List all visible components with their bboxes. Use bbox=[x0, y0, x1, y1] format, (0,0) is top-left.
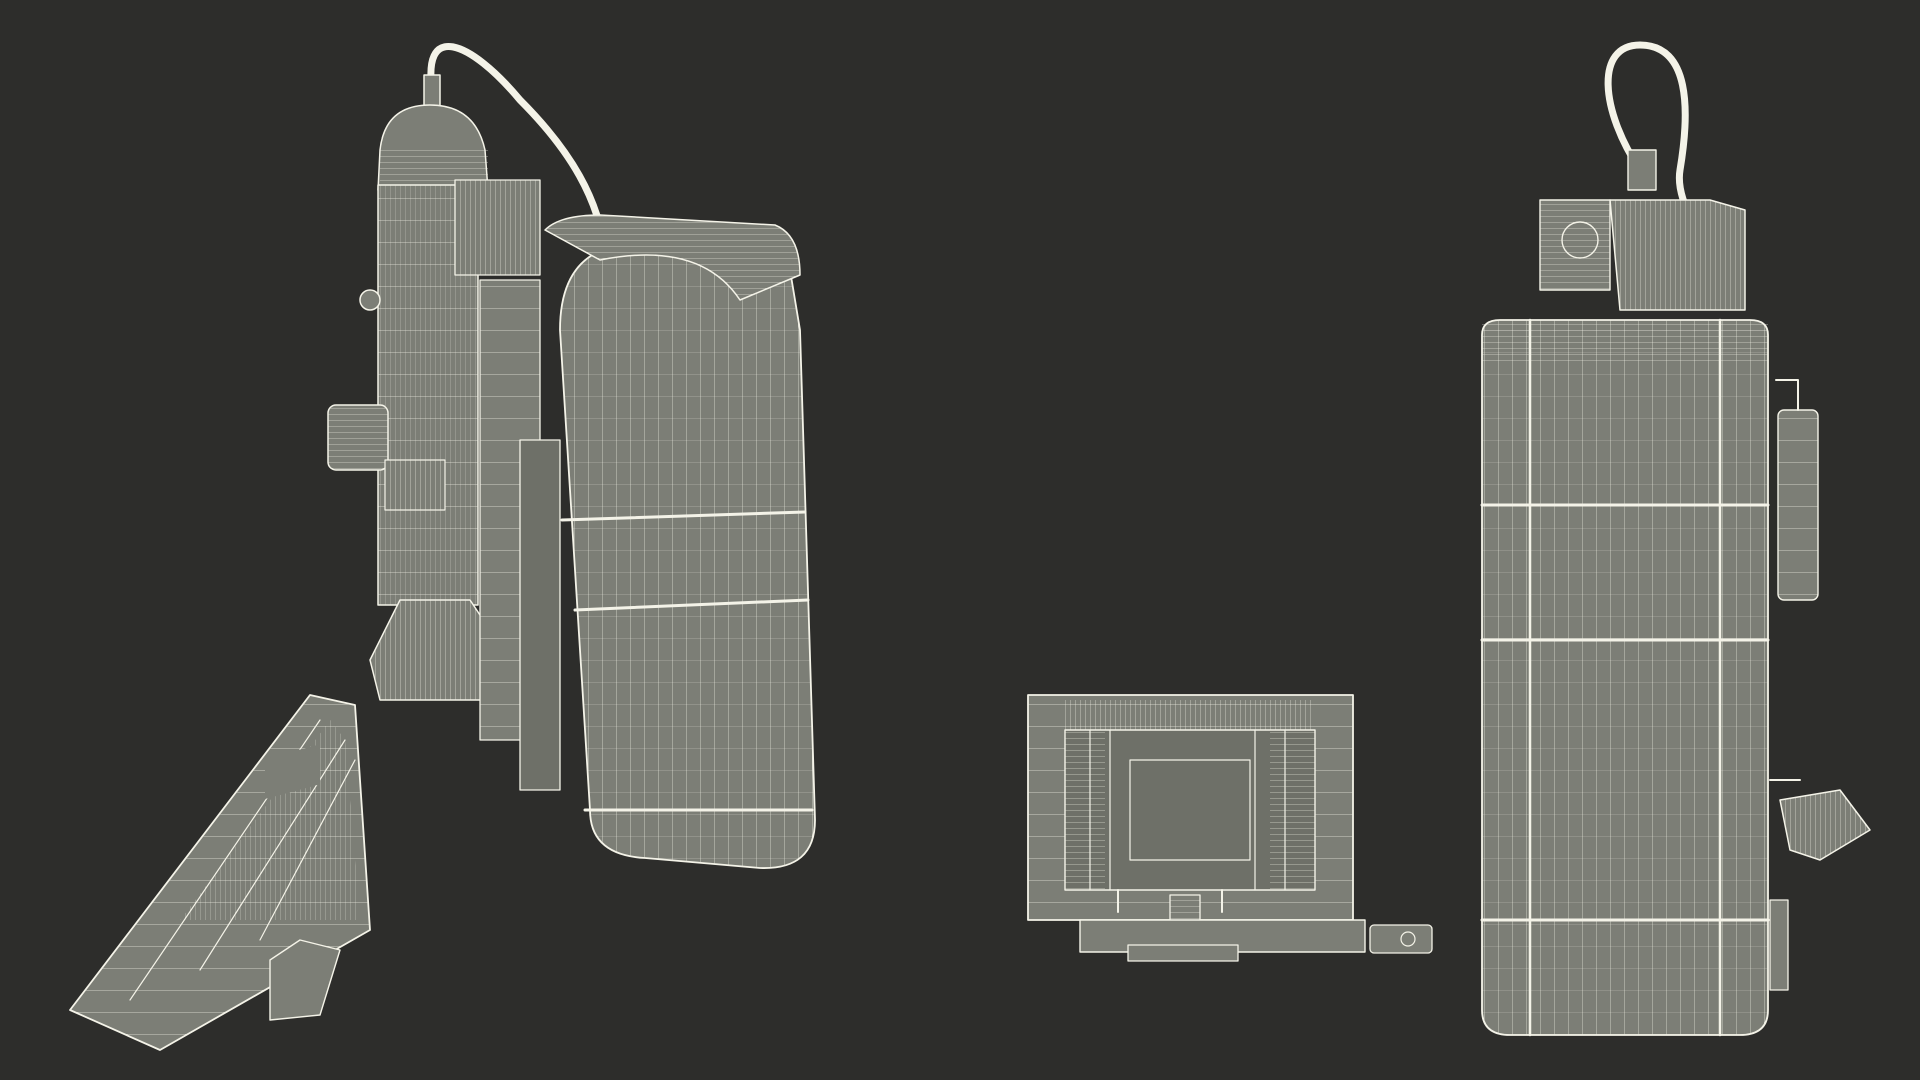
monitor-perspective-view bbox=[69, 694, 371, 1051]
microscope-back-view bbox=[1480, 41, 1871, 1037]
microscope-perspective-view bbox=[327, 42, 816, 869]
wireframe-render-scene bbox=[69, 41, 1871, 1051]
monitor-back-view bbox=[1027, 694, 1433, 962]
